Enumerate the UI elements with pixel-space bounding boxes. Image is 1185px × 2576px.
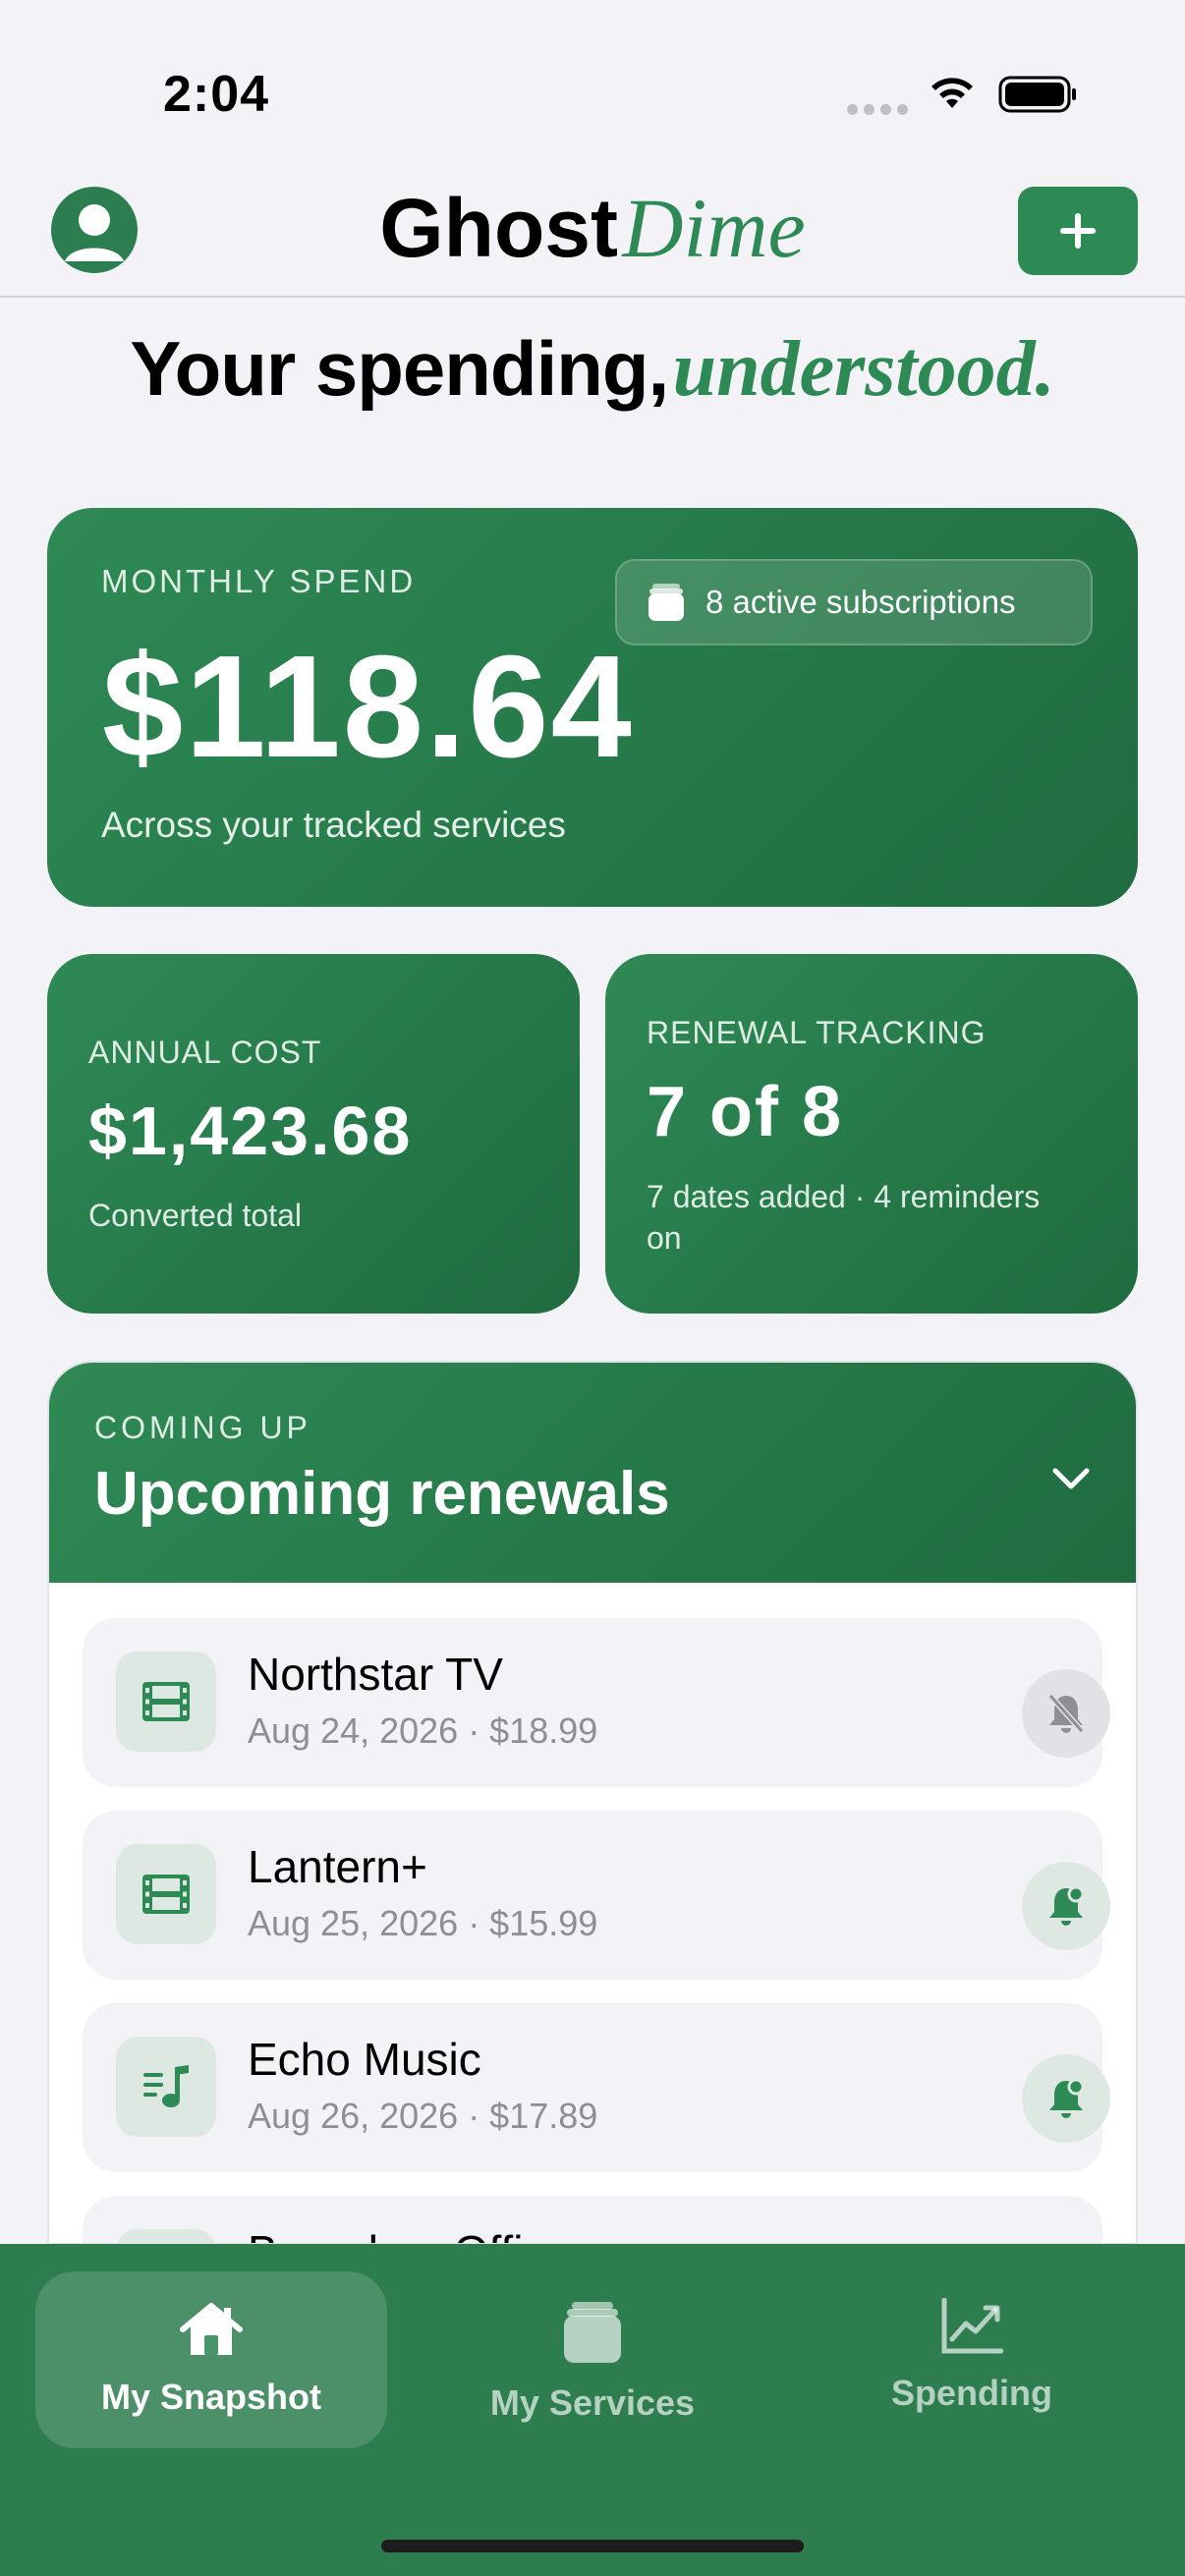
renewal-row[interactable]: Boundary Offi: [83, 2196, 1102, 2243]
bell-badge-icon: [1049, 1885, 1085, 1926]
tab-my-snapshot[interactable]: My Snapshot: [35, 2271, 387, 2448]
bell-badge-icon: [1049, 2078, 1085, 2118]
music-note-icon: [116, 2037, 216, 2137]
service-name: Echo Music: [248, 2034, 481, 2085]
monthly-spend-subtitle: Across your tracked services: [101, 805, 566, 845]
renewal-row[interactable]: Echo Music Aug 26, 2026 · $17.89: [83, 2003, 1110, 2172]
renewal-date-price: Aug 25, 2026 · $15.99: [248, 1903, 598, 1943]
header-divider: [0, 296, 1185, 298]
active-subscriptions-badge[interactable]: 8 active subscriptions: [615, 559, 1093, 645]
renewal-row[interactable]: Northstar TV Aug 24, 2026 · $18.99: [83, 1618, 1110, 1787]
service-name: Lantern+: [248, 1841, 427, 1892]
renewal-tracking-value: 7 of 8: [647, 1073, 844, 1151]
house-icon: [180, 2303, 243, 2355]
app-icon: [116, 2229, 216, 2243]
tab-my-services[interactable]: My Services: [417, 2273, 768, 2450]
film-icon: [116, 1652, 216, 1752]
renewal-date-price: Aug 26, 2026 · $17.89: [248, 2096, 598, 2136]
service-name: Northstar TV: [248, 1649, 503, 1700]
coming-up-label: COMING UP: [94, 1410, 311, 1445]
tab-bar: My Snapshot My Services Spending: [0, 2244, 1185, 2576]
reminder-toggle-button[interactable]: [1022, 1669, 1110, 1758]
status-time: 2:04: [163, 66, 270, 123]
upcoming-renewals-header[interactable]: COMING UP Upcoming renewals: [49, 1363, 1136, 1583]
monthly-spend-card[interactable]: MONTHLY SPEND 8 active subscriptions $11…: [47, 508, 1138, 907]
page-headline: Your spending, understood.: [130, 325, 1055, 413]
tab-spending[interactable]: Spending: [796, 2268, 1148, 2444]
monthly-spend-label: MONTHLY SPEND: [101, 563, 417, 599]
battery-icon: [998, 76, 1076, 113]
chart-line-icon: [941, 2298, 1003, 2354]
plus-icon: [1060, 213, 1096, 249]
reminder-toggle-button[interactable]: [1022, 1862, 1110, 1950]
renewal-tracking-card[interactable]: RENEWAL TRACKING 7 of 8 7 dates added · …: [605, 954, 1138, 1314]
home-indicator: [381, 2540, 804, 2552]
annual-cost-card[interactable]: ANNUAL COST $1,423.68 Converted total: [47, 954, 580, 1314]
monthly-spend-amount: $118.64: [102, 626, 634, 788]
active-subscriptions-text: 8 active subscriptions: [705, 584, 1016, 620]
add-subscription-button[interactable]: [1018, 187, 1138, 275]
tab-label: My Snapshot: [100, 2377, 321, 2417]
stack-icon: [564, 2302, 621, 2363]
app-title: Ghost Dime: [379, 181, 806, 275]
annual-cost-amount: $1,423.68: [88, 1092, 413, 1169]
chevron-down-icon[interactable]: [1047, 1455, 1095, 1502]
annual-cost-subtitle: Converted total: [88, 1198, 303, 1233]
reminder-toggle-button[interactable]: [1022, 2054, 1110, 2143]
service-name: Boundary Offi: [248, 2225, 523, 2243]
renewal-tracking-subtitle: 7 dates added · 4 reminders on: [647, 1179, 1041, 1256]
renewal-tracking-label: RENEWAL TRACKING: [647, 1015, 987, 1050]
renewal-row[interactable]: Lantern+ Aug 25, 2026 · $15.99: [83, 1811, 1110, 1980]
annual-cost-label: ANNUAL COST: [88, 1035, 322, 1070]
bell-slash-icon: [1047, 1694, 1085, 1733]
film-icon: [116, 1844, 216, 1944]
cellular-signal-icon: [847, 104, 908, 115]
renewal-date-price: Aug 24, 2026 · $18.99: [248, 1710, 598, 1751]
wifi-icon: [931, 78, 973, 108]
stack-icon: [649, 584, 684, 621]
tab-label: My Services: [489, 2382, 696, 2423]
upcoming-renewals-title: Upcoming renewals: [94, 1460, 670, 1528]
upcoming-renewals-panel: COMING UP Upcoming renewals Northstar TV…: [47, 1361, 1138, 2245]
tab-label: Spending: [891, 2373, 1052, 2413]
